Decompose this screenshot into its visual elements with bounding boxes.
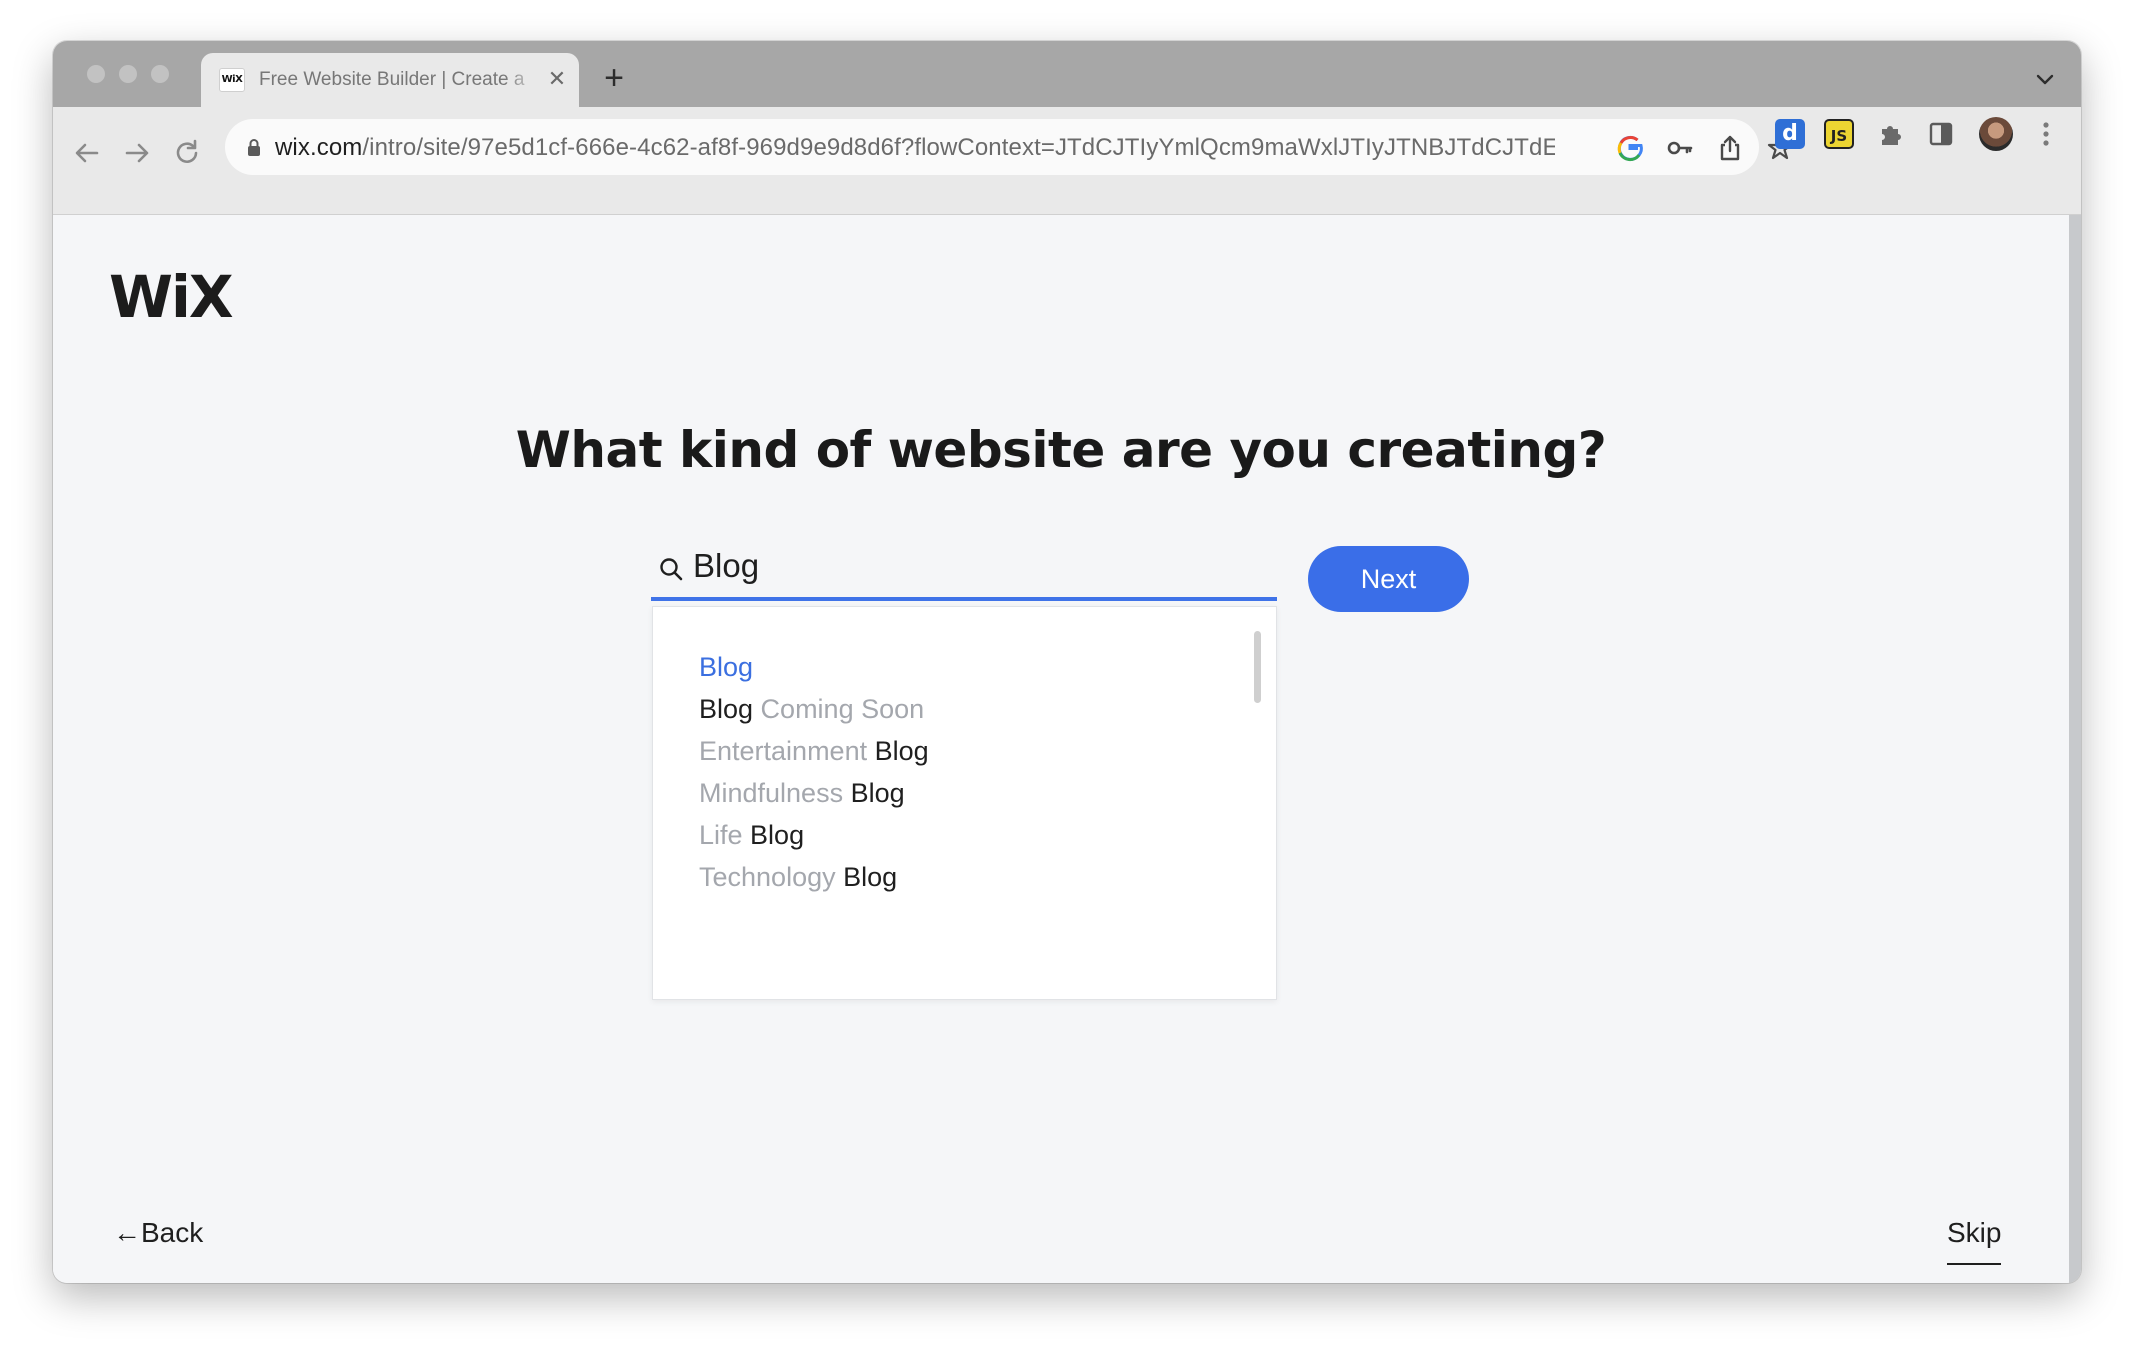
suggestion-match: Blog [874,736,929,766]
url-host: wix.com [275,134,363,161]
suggestion-item[interactable]: Entertainment Blog [699,731,929,771]
tab-strip: WiX Free Website Builder | Create a ✕ + [53,41,2081,107]
address-bar[interactable]: wix.com/intro/site/97e5d1cf-666e-4c62-af… [225,119,1793,175]
reload-icon[interactable] [169,135,205,171]
search-icon [660,558,683,581]
new-tab-button[interactable]: + [596,61,632,97]
back-link[interactable]: ←Back [113,1217,203,1249]
site-type-search [651,535,1277,601]
wix-favicon-icon: WiX [219,68,245,92]
share-icon[interactable] [1715,133,1745,163]
suggestion-item[interactable]: Mindfulness Blog [699,773,905,813]
tab-close-icon[interactable]: ✕ [544,66,570,92]
browser-menu-icon[interactable] [2036,117,2056,151]
suggestion-item[interactable]: Blog Coming Soon [699,689,924,729]
window-minimize-button[interactable] [119,65,137,83]
page-content: WiX What kind of website are you creatin… [53,215,2069,1283]
extensions-puzzle-icon[interactable] [1876,119,1906,149]
google-lens-icon[interactable] [1615,133,1645,163]
extension-js-icon[interactable]: JS [1824,119,1854,149]
dropdown-scrollbar[interactable] [1254,631,1261,703]
suggestion-item[interactable]: Blog [699,647,753,687]
side-panel-icon[interactable] [1926,119,1956,149]
wix-logo[interactable]: WiX [109,263,234,331]
suggestion-match: Blog [750,820,805,850]
suggestion-item[interactable]: Technology Blog [699,857,897,897]
browser-window: WiX Free Website Builder | Create a ✕ + … [53,41,2081,1283]
suggestion-suffix: Coming Soon [753,694,925,724]
suggestion-match: Blog [699,694,754,724]
suggestion-prefix: Life [699,820,751,850]
lock-icon[interactable] [243,136,265,158]
back-arrow-icon[interactable] [69,135,105,171]
url-path: /intro/site/97e5d1cf-666e-4c62-af8f-969d… [362,134,1555,161]
suggestion-match: Blog [843,862,898,892]
window-close-button[interactable] [87,65,105,83]
tab-title: Free Website Builder | Create a [259,68,541,92]
tab-wix[interactable]: WiX Free Website Builder | Create a ✕ [201,53,579,107]
suggestion-prefix: Technology [699,862,844,892]
profile-avatar[interactable] [1979,117,2013,151]
suggestion-match: Blog [850,778,905,808]
next-button[interactable]: Next [1308,546,1469,612]
skip-link[interactable]: Skip [1947,1217,2002,1265]
suggestion-item[interactable]: Life Blog [699,815,804,855]
tab-search-chevron-icon[interactable] [2031,65,2059,93]
suggestion-prefix: Entertainment [699,736,875,766]
extension-d-icon[interactable]: d [1775,119,1805,149]
search-input[interactable] [693,543,1253,589]
suggestion-match: Blog [699,652,754,682]
window-maximize-button[interactable] [151,65,169,83]
password-key-icon[interactable] [1665,133,1695,163]
page-title: What kind of website are you creating? [515,421,1607,479]
suggestion-prefix: Mindfulness [699,778,851,808]
suggestions-dropdown: Blog Blog Coming Soon Entertainment Blog… [652,606,1277,1000]
url-text[interactable]: wix.com/intro/site/97e5d1cf-666e-4c62-af… [275,134,1555,162]
forward-arrow-icon[interactable] [119,135,155,171]
page-scrollbar[interactable] [2069,215,2081,1283]
